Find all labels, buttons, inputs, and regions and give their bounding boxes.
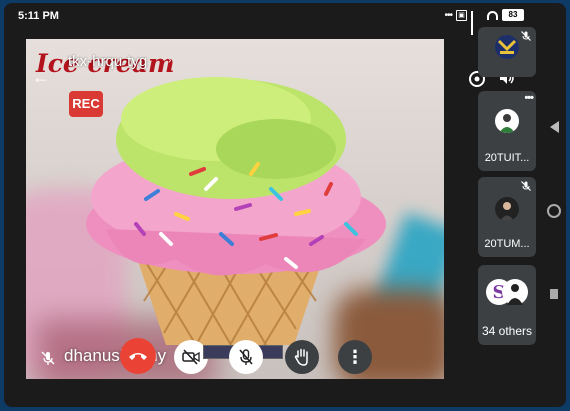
status-bar: 5:11 PM ••• ▣ 83 [4, 3, 566, 35]
more-options-icon[interactable]: ••• [524, 92, 534, 104]
phone-screen: 5:11 PM ••• ▣ 83 Ice cream ← tkx-hrqu-ty… [4, 3, 566, 407]
participant-tile[interactable] [478, 27, 536, 77]
mic-toggle-button[interactable] [229, 340, 263, 374]
participant-name: 20TUIT... [484, 152, 530, 164]
avatar [495, 109, 519, 133]
more-options-button[interactable]: ⋮ [338, 340, 372, 374]
raise-hand-button[interactable] [285, 340, 319, 374]
participant-tile[interactable]: 20TUM... [478, 177, 536, 257]
ice-cream-image [86, 77, 386, 346]
mic-off-icon [41, 351, 55, 365]
status-time: 5:11 PM [18, 10, 59, 22]
avatar-group: S [486, 279, 528, 305]
mic-off-icon [521, 31, 531, 41]
notification-app-icon: ▣ [456, 9, 467, 21]
camera-off-icon [182, 349, 200, 365]
mic-off-icon [239, 349, 253, 365]
participant-name: 20TUM... [484, 238, 530, 250]
hand-icon [294, 348, 308, 366]
avatar [495, 35, 519, 59]
vertical-dots-icon: ⋮ [346, 346, 364, 367]
nav-recents-icon[interactable] [550, 289, 558, 299]
avatar [495, 197, 519, 221]
participant-tile[interactable]: S 34 others [478, 265, 536, 345]
meeting-code[interactable]: tkx-hrqu-tyg [68, 53, 147, 70]
signal-icon [471, 10, 483, 35]
nav-back-icon[interactable] [550, 121, 560, 133]
end-call-button[interactable] [120, 338, 156, 374]
rec-badge: REC [69, 91, 103, 117]
wifi-icon [487, 10, 498, 20]
participant-tile[interactable]: ••• 20TUIT... [478, 91, 536, 171]
battery-icon: 83 [502, 9, 524, 21]
main-video-tile[interactable]: Ice cream ← tkx-hrqu-tyg › REC dhanush r… [26, 39, 444, 379]
status-icons: ••• ▣ 83 [444, 9, 524, 35]
mic-off-icon [521, 181, 531, 191]
chevron-right-icon[interactable]: › [168, 55, 171, 66]
phone-hangup-icon [129, 353, 147, 360]
nav-home-icon[interactable] [547, 204, 561, 218]
participant-name: 34 others [481, 324, 533, 338]
back-arrow-icon[interactable]: ← [32, 67, 50, 88]
more-notifications-icon: ••• [444, 9, 452, 21]
